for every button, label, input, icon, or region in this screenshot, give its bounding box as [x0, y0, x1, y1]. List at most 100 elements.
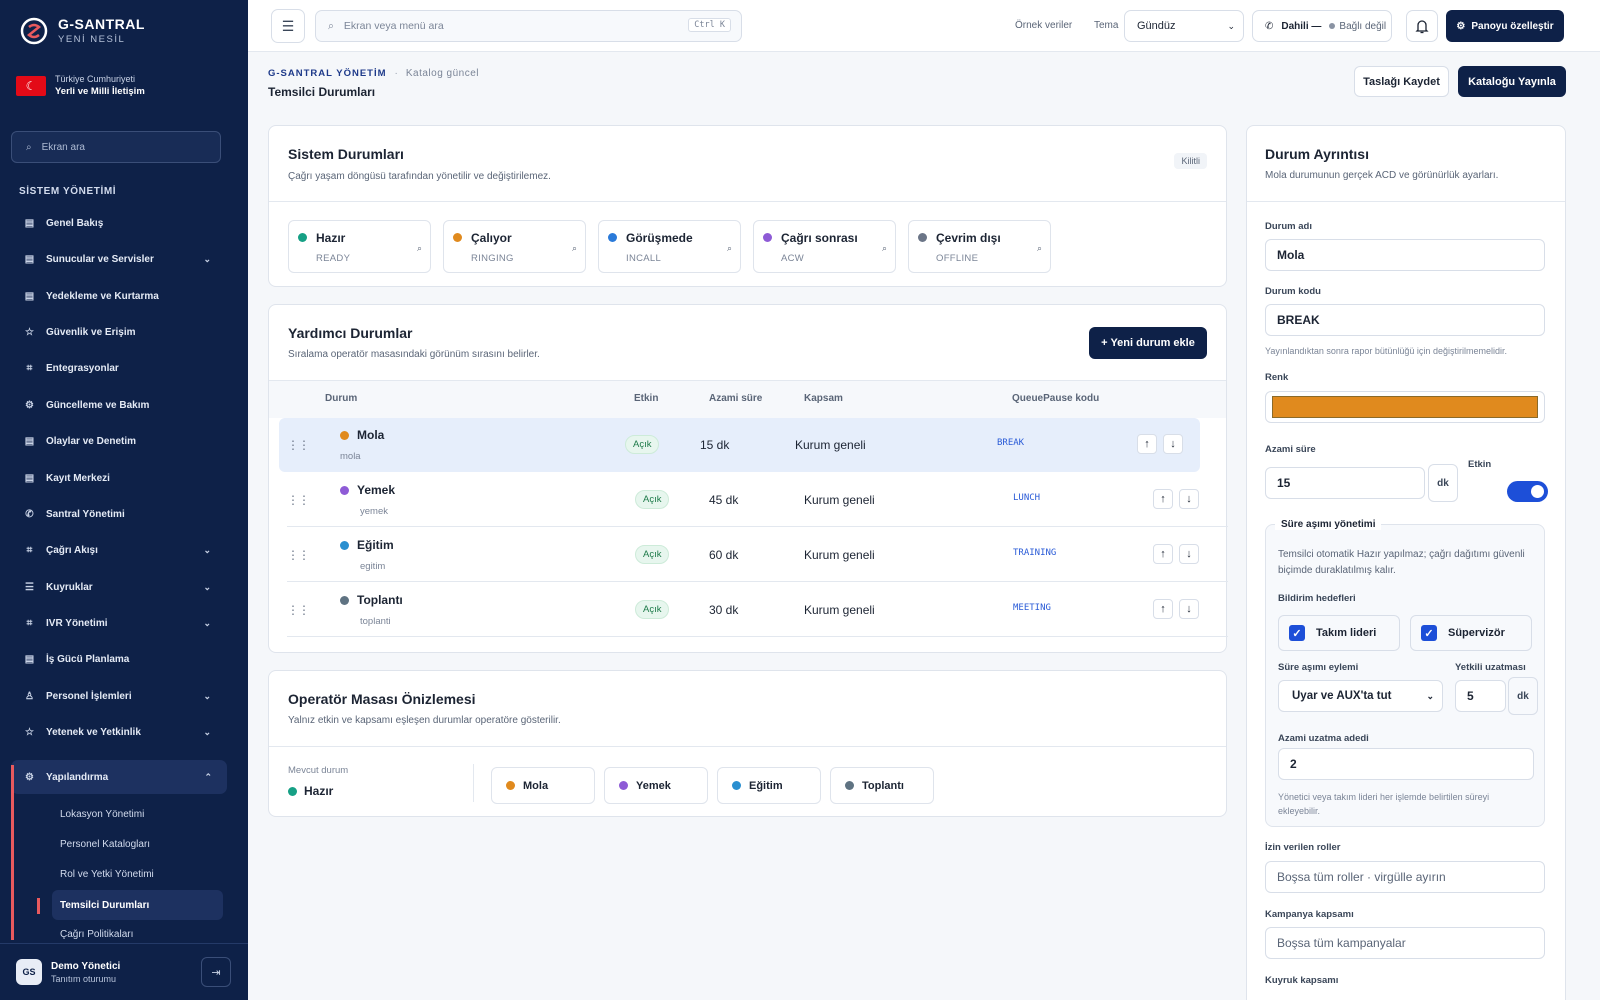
sidebar-item-olaylar[interactable]: ▤ Olaylar ve Denetim — [0, 424, 248, 458]
max-extension-label: Azami uzatma adedi — [1278, 733, 1369, 744]
publish-catalog-button[interactable]: Kataloğu Yayınla — [1458, 66, 1566, 97]
state-name-label: Durum adı — [1265, 221, 1312, 232]
state-slug: egitim — [360, 561, 386, 572]
system-state-acw[interactable]: Çağrı sonrası ACW ⌕ — [753, 220, 896, 273]
sidebar-item-personel[interactable]: ♙ Personel İşlemleri ⌄ — [0, 679, 248, 713]
breadcrumb-root[interactable]: G-SANTRAL YÖNETİM — [268, 68, 387, 79]
sidebar-item-ivr[interactable]: ⌗ IVR Yönetimi ⌄ — [0, 606, 248, 640]
chip-label: Toplantı — [862, 779, 904, 792]
move-up-button[interactable]: ↑ — [1153, 544, 1173, 564]
sample-data-link[interactable]: Örnek veriler — [1015, 20, 1072, 31]
move-down-button[interactable]: ↓ — [1179, 599, 1199, 619]
sidebar-item-entegrasyonlar[interactable]: ⌗ Entegrasyonlar — [0, 351, 248, 385]
sidebar-item-guvenlik[interactable]: ☆ Güvenlik ve Erişim — [0, 315, 248, 349]
system-state-incall[interactable]: Görüşmede INCALL ⌕ — [598, 220, 741, 273]
chevron-down-icon: ⌄ — [1426, 690, 1434, 701]
sidebar-item-yedekleme[interactable]: ▤ Yedekleme ve Kurtarma — [0, 279, 248, 313]
avatar[interactable]: GS — [16, 959, 42, 985]
max-duration: 45 dk — [709, 493, 739, 507]
sidebar-item-guncelleme[interactable]: ⚙ Güncelleme ve Bakım — [0, 388, 248, 422]
state-name-text: Eğitim — [357, 538, 394, 552]
state-name-field[interactable]: Mola — [1265, 239, 1545, 271]
drag-handle-icon[interactable]: ⋮⋮ — [287, 438, 310, 452]
system-states-card: Sistem Durumları Çağrı yaşam döngüsü tar… — [268, 125, 1227, 287]
system-state-ready[interactable]: Hazır READY ⌕ — [288, 220, 431, 273]
subitem-rol-yetki[interactable]: Rol ve Yetki Yönetimi — [60, 869, 154, 880]
preview-chip-egitim[interactable]: Eğitim — [717, 767, 821, 804]
move-down-button[interactable]: ↓ — [1163, 434, 1183, 454]
allowed-roles-field[interactable]: Boşsa tüm roller · virgülle ayırın — [1265, 861, 1545, 893]
add-state-button[interactable]: + Yeni durum ekle — [1089, 327, 1207, 359]
search-icon: ⌕ — [571, 243, 577, 253]
notifications-button[interactable] — [1406, 10, 1438, 42]
state-code-help: Yayınlandıktan sonra rapor bütünlüğü içi… — [1265, 346, 1507, 356]
system-state-name: Çalıyor — [471, 231, 512, 245]
move-down-button[interactable]: ↓ — [1179, 489, 1199, 509]
preview-chip-toplanti[interactable]: Toplantı — [830, 767, 934, 804]
sidebar-item-kayit[interactable]: ▤ Kayıt Merkezi — [0, 461, 248, 495]
sidebar-item-cagri-akisi[interactable]: ⌗ Çağrı Akışı ⌄ — [0, 533, 248, 567]
campaign-scope-field[interactable]: Boşsa tüm kampanyalar — [1265, 927, 1545, 959]
global-search-input[interactable]: ⌕ Ekran veya menü ara Ctrl K — [315, 10, 742, 42]
customize-dashboard-button[interactable]: ⚙ Panoyu özelleştir — [1446, 10, 1564, 42]
phone-icon: ✆ — [1265, 20, 1274, 32]
max-duration: 15 dk — [700, 438, 730, 452]
system-state-code: RINGING — [471, 253, 514, 264]
color-field[interactable] — [1265, 391, 1545, 423]
sidebar-item-kuyruklar[interactable]: ☰ Kuyruklar ⌄ — [0, 570, 248, 604]
supervisor-checkbox[interactable]: ✓ Süpervizör — [1410, 615, 1532, 651]
ivr-icon: ⌗ — [26, 617, 33, 629]
system-state-ringing[interactable]: Çalıyor RINGING ⌕ — [443, 220, 586, 273]
theme-select[interactable]: Gündüz ⌄ — [1124, 10, 1244, 42]
person-icon: ♙ — [25, 690, 34, 702]
state-code-field[interactable]: BREAK — [1265, 304, 1545, 336]
brand[interactable]: G-SANTRAL YENİ NESİL — [20, 16, 145, 45]
status-dot — [298, 233, 307, 242]
table-row[interactable]: ⋮⋮ Yemek yemek Açık 45 dk Kurum geneli L… — [287, 473, 1228, 527]
drag-handle-icon[interactable]: ⋮⋮ — [287, 603, 310, 617]
status-dot — [918, 233, 927, 242]
subitem-cagri-politikalari[interactable]: Çağrı Politikaları — [60, 929, 133, 940]
sidebar-item-sunucular[interactable]: ▤ Sunucular ve Servisler ⌄ — [0, 242, 248, 276]
system-state-offline[interactable]: Çevrim dışı OFFLINE ⌕ — [908, 220, 1051, 273]
preview-chip-yemek[interactable]: Yemek — [604, 767, 708, 804]
subitem-lokasyon[interactable]: Lokasyon Yönetimi — [60, 809, 144, 820]
column-header: QueuePause kodu — [1012, 393, 1100, 404]
subitem-temsilci-durumlari[interactable]: Temsilci Durumları — [52, 890, 223, 920]
sidebar-search-input[interactable]: ⌕ Ekran ara — [11, 131, 221, 163]
table-row[interactable]: ⋮⋮ Eğitim egitim Açık 60 dk Kurum geneli… — [287, 528, 1228, 582]
menu-toggle-button[interactable]: ☰ — [271, 9, 305, 43]
color-swatch — [1272, 396, 1538, 418]
drag-handle-icon[interactable]: ⋮⋮ — [287, 493, 310, 507]
drag-handle-icon[interactable]: ⋮⋮ — [287, 548, 310, 562]
max-duration-field[interactable]: 15 — [1265, 467, 1425, 499]
state-name: Mola — [340, 428, 384, 442]
move-up-button[interactable]: ↑ — [1153, 489, 1173, 509]
scope: Kurum geneli — [795, 438, 866, 452]
max-extension-field[interactable]: 2 — [1278, 748, 1534, 780]
integration-icon: ⌗ — [26, 362, 33, 374]
logout-button[interactable]: ⇥ — [201, 957, 231, 987]
queuepause-code: BREAK — [997, 438, 1025, 448]
subitem-personel-kataloglari[interactable]: Personel Katalogları — [60, 839, 150, 850]
preview-chip-mola[interactable]: Mola — [491, 767, 595, 804]
enabled-toggle[interactable] — [1507, 481, 1548, 502]
team-lead-checkbox[interactable]: ✓ Takım lideri — [1278, 615, 1400, 651]
preview-subtitle: Yalnız etkin ve kapsamı eşleşen durumlar… — [288, 715, 561, 726]
sidebar-item-yetenek[interactable]: ☆ Yetenek ve Yetkinlik ⌄ — [0, 715, 248, 749]
table-row[interactable]: ⋮⋮ Toplantı toplanti Açık 30 dk Kurum ge… — [287, 583, 1228, 637]
chip-label: Mola — [523, 779, 549, 792]
extension-status-button[interactable]: ✆ Dahili — Bağlı değil — [1252, 10, 1392, 42]
sidebar-item-yapilandirma[interactable]: ⚙ Yapılandırma ⌃ — [11, 760, 227, 794]
save-draft-button[interactable]: Taslağı Kaydet — [1354, 66, 1449, 97]
sidebar-item-genel-bakis[interactable]: ▤ Genel Bakış — [0, 206, 248, 240]
move-up-button[interactable]: ↑ — [1137, 434, 1157, 454]
move-up-button[interactable]: ↑ — [1153, 599, 1173, 619]
move-down-button[interactable]: ↓ — [1179, 544, 1199, 564]
extension-minutes-field[interactable]: 5 — [1455, 680, 1506, 712]
overtime-action-select[interactable]: Uyar ve AUX'ta tut ⌄ — [1278, 680, 1443, 712]
search-icon: ⌕ — [26, 141, 32, 153]
sidebar-item-santral[interactable]: ✆ Santral Yönetimi — [0, 497, 248, 531]
sidebar-item-label: Entegrasyonlar — [46, 362, 119, 374]
sidebar-item-is-gucu[interactable]: ▤ İş Gücü Planlama — [0, 642, 248, 676]
